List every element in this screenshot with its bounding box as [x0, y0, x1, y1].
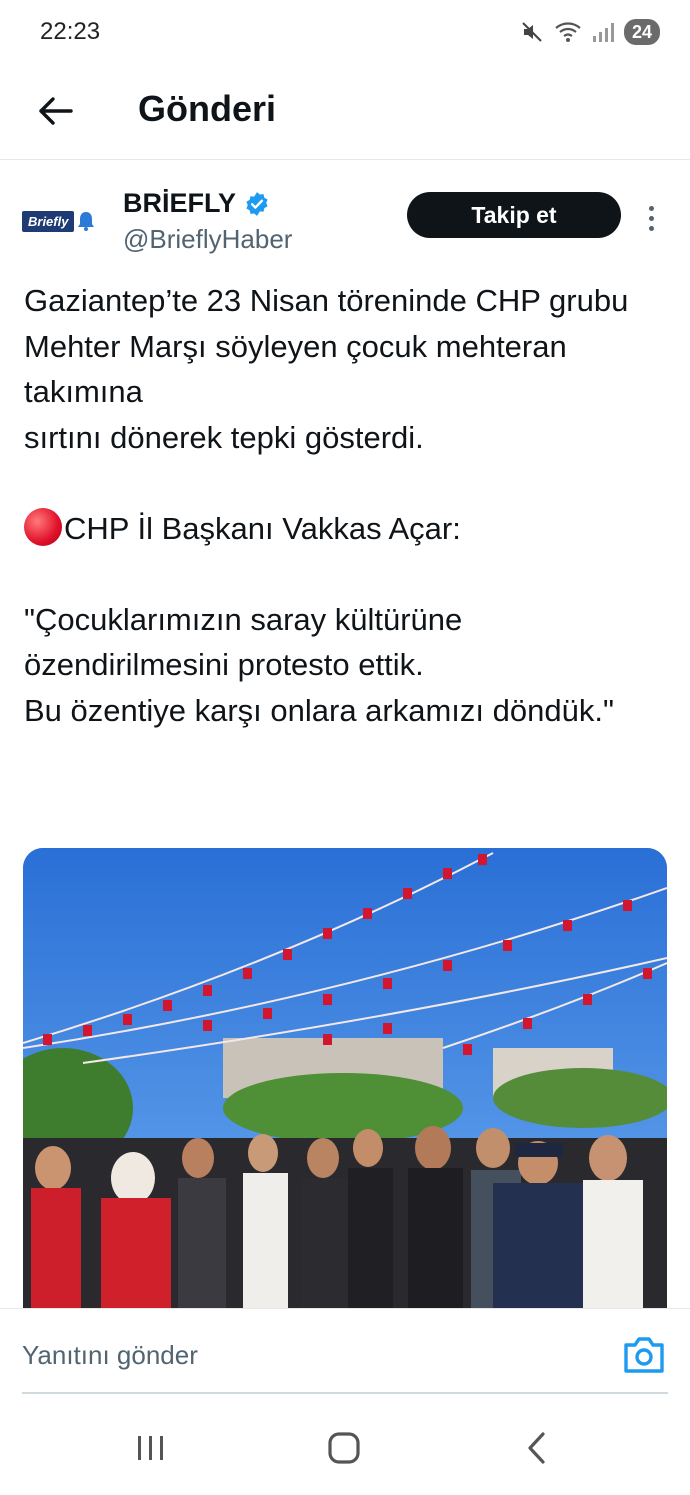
home-icon[interactable]	[314, 1428, 374, 1468]
tweet-line: Gaziantep’te 23 Nisan töreninde CHP grub…	[24, 283, 629, 318]
camera-icon[interactable]	[622, 1335, 666, 1375]
back-icon[interactable]	[508, 1428, 568, 1468]
tweet-spacer	[24, 460, 669, 506]
verified-badge-icon	[246, 191, 268, 216]
red-circle-icon	[24, 507, 62, 546]
reply-divider	[22, 1392, 668, 1394]
photo-illustration	[23, 848, 667, 1308]
tweet-spacer	[24, 551, 669, 597]
author-name[interactable]: BRİEFLY	[123, 188, 236, 219]
author-name-wrap[interactable]: BRİEFLY	[123, 188, 270, 219]
tweet-line: Bu özentiye karşı onlara arkamızı döndük…	[24, 692, 614, 728]
tweet-text: Gaziantep’te 23 Nisan töreninde CHP grub…	[24, 278, 669, 733]
battery-icon: 24	[623, 19, 660, 45]
avatar-logo: Briefly	[22, 210, 75, 232]
tweet-line: sırtını dönerek tepki gösterdi.	[24, 419, 424, 455]
reply-bar	[0, 1308, 690, 1400]
recent-apps-icon[interactable]	[121, 1428, 181, 1468]
reply-input[interactable]	[22, 1335, 582, 1375]
follow-button[interactable]: Takip et	[407, 192, 621, 238]
author-handle[interactable]: @BrieflyHaber	[123, 224, 292, 255]
mute-icon	[522, 22, 542, 42]
back-button[interactable]	[30, 86, 80, 136]
tweet-line: "Çocuklarımızın saray kültürüne özendiri…	[24, 601, 471, 683]
signal-icon	[592, 23, 614, 42]
status-icons: 24	[520, 18, 660, 46]
author-row: Briefly BRİEFLY @BrieflyHaber Takip et	[0, 180, 690, 260]
system-nav-bar	[0, 1400, 690, 1495]
tweet-media-photo[interactable]	[23, 848, 667, 1308]
tweet-line-quote-intro: CHP İl Başkanı Vakkas Açar:	[24, 506, 669, 552]
bell-icon	[78, 212, 95, 231]
tweet-line: Mehter Marşı söyleyen çocuk mehteran tak…	[24, 328, 576, 410]
page-title: Gönderi	[138, 88, 277, 129]
tweet-line: CHP İl Başkanı Vakkas Açar:	[64, 510, 461, 546]
app-header: Gönderi	[0, 64, 690, 160]
avatar[interactable]: Briefly	[22, 198, 102, 244]
wifi-icon	[555, 22, 581, 42]
status-time: 22:23	[40, 18, 101, 45]
more-vertical-icon[interactable]	[638, 198, 664, 238]
arrow-left-icon	[39, 97, 73, 125]
status-bar: 22:23 24	[0, 0, 690, 64]
